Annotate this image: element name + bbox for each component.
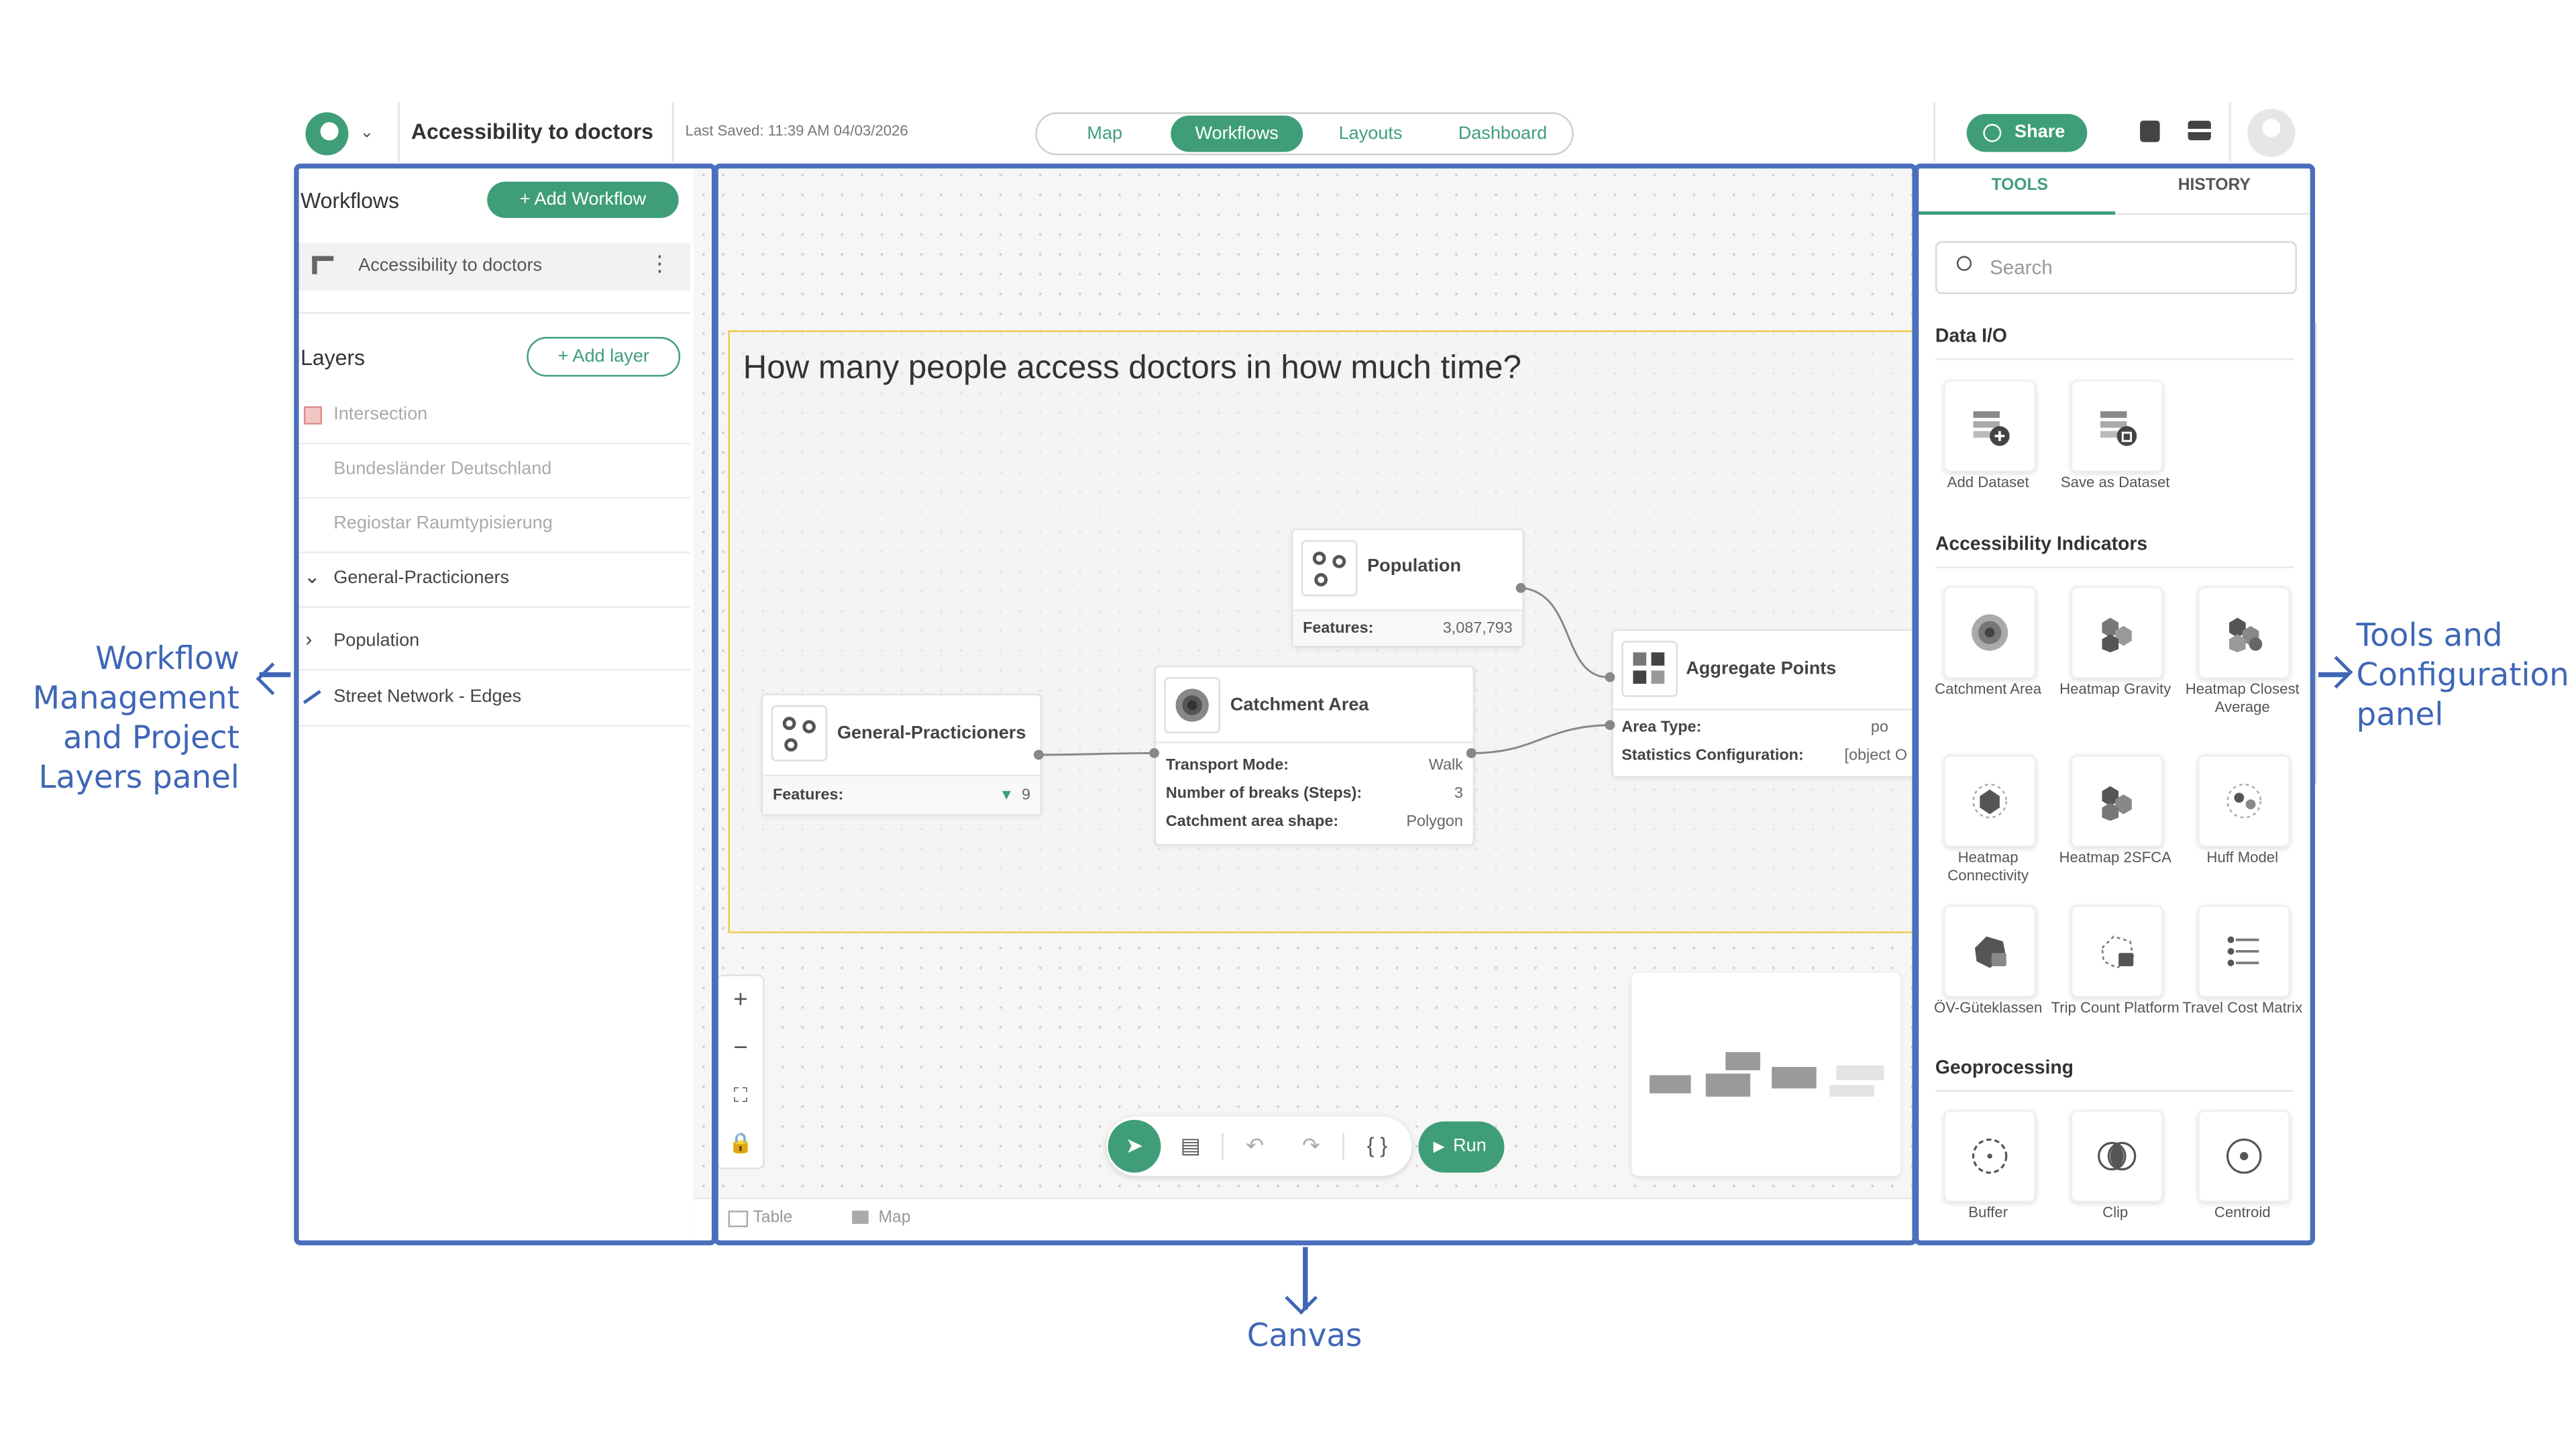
right-panel-callout: Tools and Configuration panel bbox=[2356, 617, 2569, 733]
canvas-callout: Canvas bbox=[1246, 1318, 1362, 1355]
canvas-highlight bbox=[713, 163, 1917, 1245]
left-panel-callout: Workflow Management and Project Layers p… bbox=[32, 641, 239, 796]
right-panel-highlight bbox=[1913, 163, 2316, 1245]
left-panel-highlight bbox=[294, 163, 717, 1245]
